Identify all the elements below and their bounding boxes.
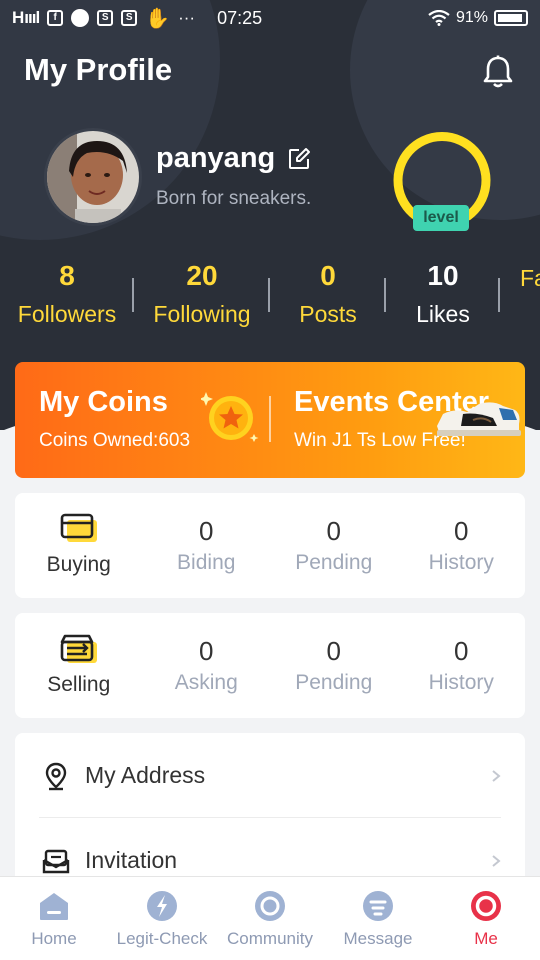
messenger-icon bbox=[71, 9, 90, 27]
nav-label: Legit-Check bbox=[116, 929, 208, 948]
stat-label: Followers bbox=[17, 301, 117, 327]
username: panyang bbox=[156, 142, 311, 175]
buying-history[interactable]: 0 History bbox=[398, 514, 526, 578]
wifi-icon bbox=[428, 10, 450, 26]
selling-history[interactable]: 0 History bbox=[398, 634, 526, 698]
selling-card: Selling 0 Asking 0 Pending 0 History bbox=[15, 613, 525, 718]
legit-check-icon bbox=[147, 891, 177, 921]
stat-label: Likes bbox=[416, 301, 470, 327]
nav-legit-check[interactable]: Legit-Check bbox=[108, 877, 216, 960]
selling-box-icon bbox=[60, 634, 97, 663]
buying-pending[interactable]: 0 Pending bbox=[270, 514, 398, 578]
coin-icon bbox=[201, 392, 259, 442]
profile-stats: 8 Followers 20 Following 0 Posts 10 Like… bbox=[0, 258, 540, 334]
selling-asking[interactable]: 0 Asking bbox=[143, 634, 271, 698]
count-value: 0 bbox=[199, 635, 214, 666]
home-icon bbox=[40, 893, 68, 920]
stat-partial[interactable]: Fa bbox=[500, 258, 540, 334]
location-pin-icon bbox=[45, 762, 67, 790]
page-title: My Profile bbox=[24, 52, 173, 87]
menu-label: Invitation bbox=[85, 847, 178, 873]
stat-label: Following bbox=[153, 301, 251, 327]
nav-label: Me bbox=[474, 929, 498, 948]
selling-label: Selling bbox=[47, 672, 111, 696]
nav-home[interactable]: Home bbox=[0, 877, 108, 960]
buying-label: Buying bbox=[46, 552, 111, 576]
clock: 07:25 bbox=[217, 7, 263, 28]
nav-message[interactable]: Message bbox=[324, 877, 432, 960]
menu-item-address[interactable]: My Address bbox=[15, 733, 525, 818]
count-label: Asking bbox=[174, 670, 238, 694]
selling-pending[interactable]: 0 Pending bbox=[270, 634, 398, 698]
wallet-card-icon bbox=[60, 513, 97, 542]
avatar[interactable] bbox=[44, 128, 142, 226]
signal-icon: Hıııl bbox=[12, 8, 40, 27]
notification-bell-icon[interactable] bbox=[480, 54, 516, 90]
count-label: Pending bbox=[295, 550, 373, 574]
stat-value: 10 bbox=[427, 260, 459, 291]
selling-button[interactable]: Selling bbox=[15, 632, 143, 700]
nav-me[interactable]: Me bbox=[432, 877, 540, 960]
battery-icon bbox=[494, 10, 528, 26]
nav-community[interactable]: Community bbox=[216, 877, 324, 960]
menu-label: My Address bbox=[85, 762, 206, 788]
count-value: 0 bbox=[454, 635, 469, 666]
nav-label: Home bbox=[31, 929, 77, 948]
stat-likes[interactable]: 10 Likes bbox=[386, 258, 500, 334]
my-coins-title[interactable]: My Coins bbox=[39, 386, 168, 419]
username-text: panyang bbox=[156, 142, 276, 174]
count-label: History bbox=[428, 550, 494, 574]
buying-card: Buying 0 Biding 0 Pending 0 History bbox=[15, 493, 525, 598]
sneaker-icon bbox=[437, 402, 521, 436]
nav-label: Message bbox=[343, 929, 413, 948]
coins-banner: My Coins Coins Owned:603 Events Center W… bbox=[15, 362, 525, 478]
nav-label: Community bbox=[227, 929, 313, 948]
chevron-right-icon bbox=[492, 769, 501, 782]
stat-label: Fa bbox=[520, 265, 540, 291]
app-s2-icon: S bbox=[121, 10, 138, 26]
coins-owned: Coins Owned:603 bbox=[39, 430, 191, 451]
count-value: 0 bbox=[454, 515, 469, 546]
stat-value: 0 bbox=[320, 260, 336, 291]
message-icon bbox=[363, 891, 393, 921]
battery-percent: 91% bbox=[455, 9, 488, 26]
me-icon bbox=[471, 891, 501, 921]
stat-label: Posts bbox=[299, 301, 357, 327]
stat-followers[interactable]: 8 Followers bbox=[0, 258, 134, 334]
stat-posts[interactable]: 0 Posts bbox=[270, 258, 386, 334]
buying-biding[interactable]: 0 Biding bbox=[143, 514, 271, 578]
app-s-icon: S bbox=[97, 10, 114, 26]
stat-value: 8 bbox=[59, 260, 75, 291]
count-label: History bbox=[428, 670, 494, 694]
status-bar: Hıııl f S S ✋ ··· 07:25 91% bbox=[0, 0, 540, 36]
facebook-icon: f bbox=[47, 10, 64, 26]
profile-bio: Born for sneakers. bbox=[156, 188, 312, 209]
stat-following[interactable]: 20 Following bbox=[134, 258, 270, 334]
edit-profile-icon[interactable] bbox=[287, 147, 311, 171]
bottom-navigation: Home Legit-Check Community Message Me bbox=[0, 876, 540, 960]
stat-value: 20 bbox=[186, 260, 218, 291]
more-notifications-icon: ··· bbox=[178, 8, 196, 27]
buying-button[interactable]: Buying bbox=[15, 512, 143, 580]
count-value: 0 bbox=[326, 635, 341, 666]
level-badge[interactable]: level bbox=[413, 205, 469, 231]
count-label: Pending bbox=[295, 670, 373, 694]
invitation-icon bbox=[42, 849, 70, 873]
hand-icon: ✋ bbox=[145, 7, 171, 30]
count-label: Biding bbox=[177, 550, 236, 574]
chevron-right-icon bbox=[492, 854, 501, 867]
count-value: 0 bbox=[326, 515, 341, 546]
community-icon bbox=[255, 891, 285, 921]
count-value: 0 bbox=[199, 515, 214, 546]
